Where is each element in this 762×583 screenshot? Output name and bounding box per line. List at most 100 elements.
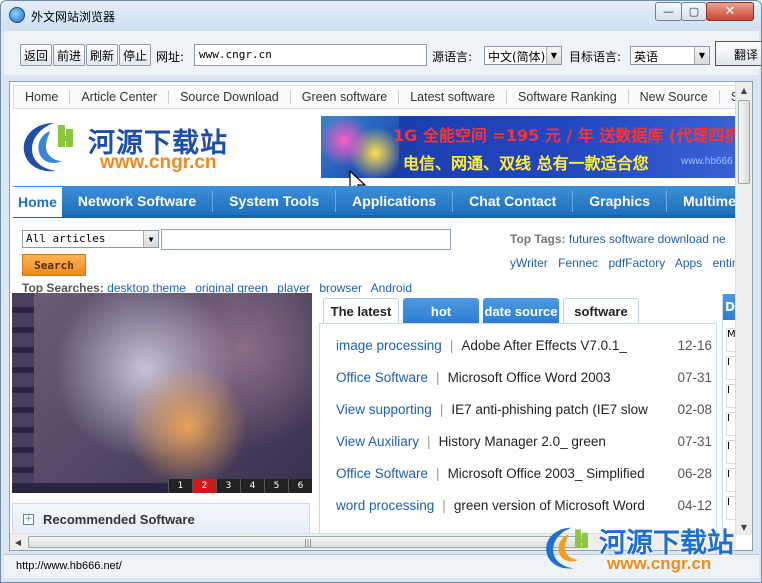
slide-desktop-icons xyxy=(12,293,34,483)
main-nav-applications[interactable]: Applications xyxy=(336,189,454,212)
main-nav-multimedia[interactable]: Multimedia xyxy=(667,190,736,212)
main-nav-home[interactable]: Home xyxy=(13,186,62,217)
list-item-category[interactable]: word processing xyxy=(336,498,434,513)
minimize-button[interactable]: — xyxy=(655,2,682,21)
slide-page-6[interactable]: 6 xyxy=(288,479,312,493)
translate-button[interactable]: 翻译 xyxy=(715,41,761,66)
list-item-title[interactable]: IE7 anti-phishing patch (IE7 slow xyxy=(451,402,648,417)
main-nav-network-software[interactable]: Network Software xyxy=(62,189,214,212)
tab-the-latest[interactable]: The latest xyxy=(323,298,399,324)
status-text: http://www.hb666.net/ xyxy=(16,560,122,572)
site-search-button[interactable]: Search xyxy=(22,254,86,276)
top-search-link[interactable]: browser xyxy=(319,281,362,295)
site-watermark: 河源下载站 www.cngr.cn xyxy=(543,519,761,581)
recommended-software-panel[interactable]: + Recommended Software xyxy=(12,503,310,534)
source-language-value: 中文(简体) xyxy=(488,50,546,64)
vertical-scroll-thumb[interactable] xyxy=(738,100,750,184)
top-tag-link[interactable]: ne xyxy=(712,232,725,246)
main-nav-system-tools[interactable]: System Tools xyxy=(213,189,337,212)
app-globe-icon xyxy=(9,7,25,23)
list-item-category[interactable]: View supporting xyxy=(336,402,432,417)
top-nav: Home Article Center Source Download Gree… xyxy=(13,85,736,109)
featured-slideshow[interactable]: 1 2 3 4 5 6 xyxy=(12,293,312,493)
list-item-date: 02-08 xyxy=(671,402,712,417)
top-nav-source-download[interactable]: Source Download xyxy=(169,90,291,104)
list-item[interactable]: word processing | green version of Microso… xyxy=(336,498,714,518)
ad-banner[interactable]: 1G 全能空间 =195 元 / 年 送数据库 (代理四折 电信、网通、双线 总… xyxy=(321,116,736,178)
main-nav-chat-contact[interactable]: Chat Contact xyxy=(453,189,574,212)
top-tags: Top Tags: futures software download ne xyxy=(510,232,736,246)
slide-page-3[interactable]: 3 xyxy=(216,479,240,493)
url-input[interactable]: www.cngr.cn xyxy=(194,44,427,66)
tab-hot[interactable]: hot xyxy=(403,298,479,324)
top-tag-link[interactable]: pdfFactory xyxy=(609,256,666,270)
list-item-category[interactable]: image processing xyxy=(336,338,442,353)
source-language-select[interactable]: 中文(简体) ▼ xyxy=(484,46,562,65)
top-tags-label: Top Tags: xyxy=(510,232,566,246)
back-button[interactable]: 返回 xyxy=(20,44,52,66)
main-nav-graphics[interactable]: Graphics xyxy=(573,189,667,212)
expand-plus-icon[interactable]: + xyxy=(23,514,34,525)
list-item-category[interactable]: Office Software xyxy=(336,466,428,481)
site-logo[interactable]: 河源下载站 www.cngr.cn xyxy=(20,117,260,179)
title-bar[interactable]: 外文网站浏览器 — ▢ ✕ xyxy=(1,1,761,31)
list-item-date: 12-16 xyxy=(671,338,712,353)
top-search-link[interactable]: Android xyxy=(371,281,412,295)
slide-page-5[interactable]: 5 xyxy=(264,479,288,493)
list-item-date: 07-31 xyxy=(671,434,712,449)
slide-page-2[interactable]: 2 xyxy=(192,479,216,493)
top-nav-home[interactable]: Home xyxy=(14,90,71,104)
top-nav-new-source[interactable]: New Source xyxy=(629,90,720,104)
vertical-scrollbar[interactable]: ▲ ▼ xyxy=(735,82,752,535)
list-item[interactable]: View Auxiliary | History Manager 2.0_ gree… xyxy=(336,434,714,454)
chevron-down-icon[interactable]: ▼ xyxy=(143,231,158,247)
scroll-left-icon[interactable]: ◀ xyxy=(10,534,26,550)
tab-date-source[interactable]: date source xyxy=(483,298,559,324)
top-tag-link[interactable]: yWriter xyxy=(510,256,548,270)
right-column: D M I I I I I I xyxy=(722,294,736,534)
list-item[interactable]: image processing | Adobe After Effects V7.… xyxy=(336,338,714,358)
list-item[interactable]: Office Software | Microsoft Office 2003_ S… xyxy=(336,466,714,486)
chevron-down-icon[interactable]: ▼ xyxy=(694,47,709,64)
top-nav-latest-software[interactable]: Latest software xyxy=(399,90,507,104)
horizontal-scroll-thumb[interactable]: ||| xyxy=(28,536,588,548)
stop-button[interactable]: 停止 xyxy=(119,44,151,66)
site-search-input[interactable] xyxy=(161,229,451,250)
list-item-category[interactable]: View Auxiliary xyxy=(336,434,419,449)
top-tag-link[interactable]: Apps xyxy=(675,256,702,270)
banner-url: www.hb666 xyxy=(681,156,733,167)
web-viewport[interactable]: Home Article Center Source Download Gree… xyxy=(9,81,753,551)
chevron-down-icon[interactable]: ▼ xyxy=(546,47,561,64)
target-language-select[interactable]: 英语 ▼ xyxy=(630,46,710,65)
banner-line-2: 电信、网通、双线 总有一款适合您 xyxy=(403,154,649,173)
close-button[interactable]: ✕ xyxy=(706,2,754,21)
tab-software[interactable]: software xyxy=(563,298,639,324)
list-item-title[interactable]: Adobe After Effects V7.0.1_ xyxy=(461,338,627,353)
top-tag-link[interactable]: entire xyxy=(713,256,736,270)
search-scope-select[interactable]: All articles ▼ xyxy=(22,230,159,248)
refresh-button[interactable]: 刷新 xyxy=(86,44,118,66)
slide-image[interactable] xyxy=(34,293,312,483)
list-item-title[interactable]: Microsoft Office Word 2003 xyxy=(448,370,611,385)
slide-page-4[interactable]: 4 xyxy=(240,479,264,493)
list-item[interactable]: View supporting | IE7 anti-phishing patch … xyxy=(336,402,714,422)
list-item-title[interactable]: green version of Microsoft Word xyxy=(454,498,645,513)
top-nav-source[interactable]: Sour xyxy=(720,90,736,104)
recommended-software-title: Recommended Software xyxy=(43,512,195,527)
top-nav-green-software[interactable]: Green software xyxy=(291,90,400,104)
list-item-title[interactable]: Microsoft Office 2003_ Simplified xyxy=(448,466,645,481)
content-tabs: The latest hot date source software xyxy=(323,298,723,324)
scroll-up-icon[interactable]: ▲ xyxy=(736,82,752,98)
list-item[interactable]: Office Software | Microsoft Office Word 20… xyxy=(336,370,714,390)
list-item-category[interactable]: Office Software xyxy=(336,370,428,385)
maximize-button[interactable]: ▢ xyxy=(681,2,707,21)
top-tag-link[interactable]: futures software download xyxy=(569,232,709,246)
web-page: Home Article Center Source Download Gree… xyxy=(10,82,736,534)
slide-page-1[interactable]: 1 xyxy=(168,479,192,493)
list-item-title[interactable]: History Manager 2.0_ green xyxy=(439,434,606,449)
top-nav-article-center[interactable]: Article Center xyxy=(70,90,170,104)
logo-swirl-icon xyxy=(23,123,73,172)
forward-button[interactable]: 前进 xyxy=(53,44,85,66)
top-nav-software-ranking[interactable]: Software Ranking xyxy=(507,90,629,104)
top-tag-link[interactable]: Fennec xyxy=(558,256,598,270)
